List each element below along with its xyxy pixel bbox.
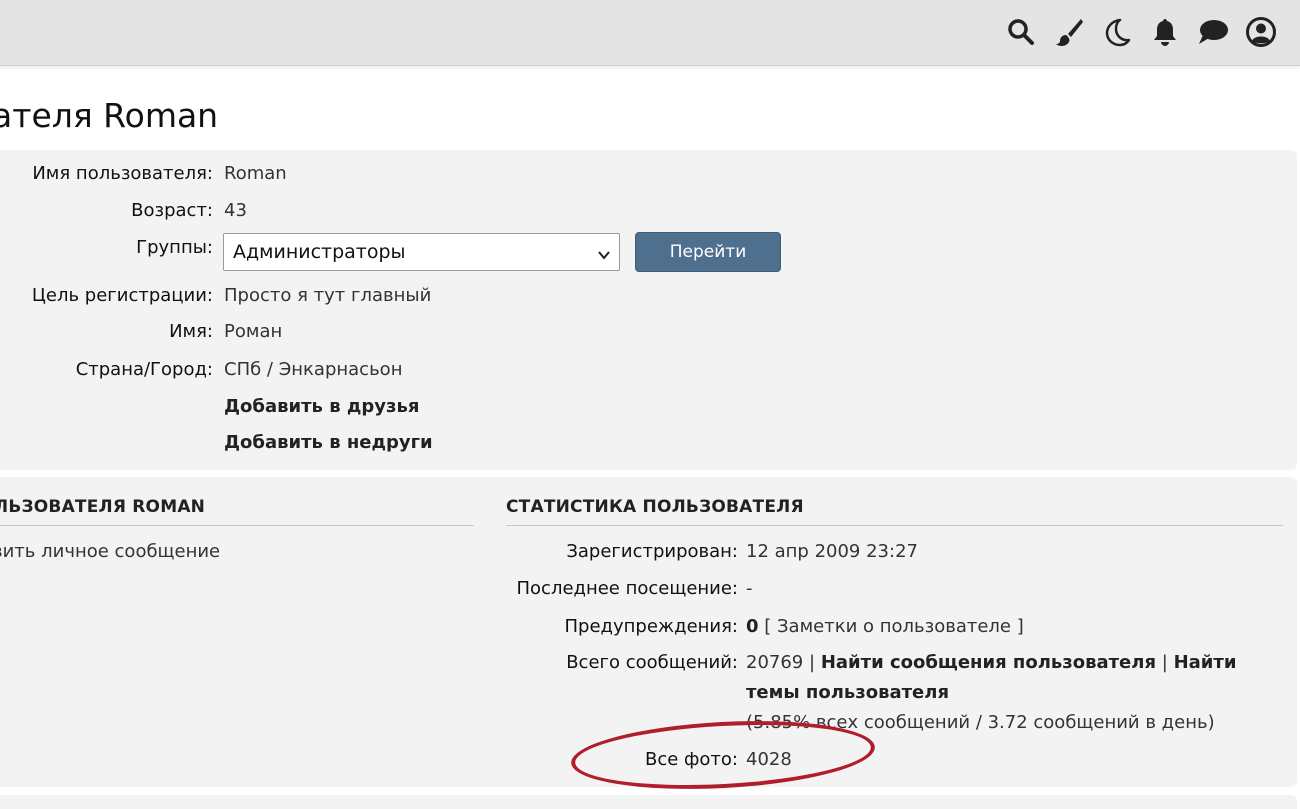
last-visit-value: - xyxy=(746,578,753,599)
country-label: Страна/Город: xyxy=(75,358,213,380)
stats-divider xyxy=(506,525,1283,526)
registered-label: Зарегистрирован: xyxy=(566,541,738,562)
reg-goal-row: Цель регистрации: Просто я тут главный xyxy=(0,282,1297,308)
name-value: Роман xyxy=(224,320,283,342)
last-visit-label: Последнее посещение: xyxy=(516,578,739,599)
find-topics-link-2[interactable]: темы пользователя xyxy=(746,682,949,703)
separator: | xyxy=(809,652,816,673)
go-button[interactable]: Перейти xyxy=(635,232,781,272)
age-label: Возраст: xyxy=(131,199,213,221)
age-value: 43 xyxy=(224,199,247,221)
warnings-label: Предупреждения: xyxy=(564,616,739,637)
registered-value: 12 апр 2009 23:27 xyxy=(746,541,918,562)
add-foe-row: Добавить в недруги xyxy=(0,429,1297,455)
stats-section-header: СТАТИСТИКА ПОЛЬЗОВАТЕЛЯ xyxy=(506,497,804,517)
add-friend-link[interactable]: Добавить в друзья xyxy=(224,396,419,417)
warnings-value: 0 xyxy=(746,616,759,637)
send-pm-link[interactable]: вить личное сообщение xyxy=(0,541,220,562)
groups-select-value: Администраторы xyxy=(233,241,406,263)
find-topics-line: темы пользователя xyxy=(746,682,949,703)
add-foe-link[interactable]: Добавить в недруги xyxy=(224,432,433,453)
separator: | xyxy=(1161,652,1168,673)
reg-goal-value: Просто я тут главный xyxy=(224,284,432,306)
bell-icon[interactable] xyxy=(1148,15,1182,49)
chat-icon[interactable] xyxy=(1196,15,1230,49)
age-row: Возраст: 43 xyxy=(0,197,1297,223)
groups-select[interactable]: Администраторы xyxy=(223,233,620,271)
moon-icon[interactable] xyxy=(1100,15,1134,49)
groups-label: Группы: xyxy=(136,236,213,258)
contact-divider xyxy=(0,525,474,526)
username-row: Имя пользователя: Roman xyxy=(0,160,1297,186)
profile-panel: Имя пользователя: Roman Возраст: 43 Груп… xyxy=(0,150,1297,470)
name-row: Имя: Роман xyxy=(0,318,1297,344)
chevron-down-icon xyxy=(597,245,611,267)
search-icon[interactable] xyxy=(1004,15,1038,49)
navbar-icons xyxy=(1004,12,1278,52)
posts-value-group: 20769 | Найти сообщения пользователя | Н… xyxy=(746,652,1236,673)
warnings-value-group: 0 [ Заметки о пользователе ] xyxy=(746,616,1024,637)
posts-label: Всего сообщений: xyxy=(566,652,738,673)
name-label: Имя: xyxy=(169,320,213,342)
find-posts-link[interactable]: Найти сообщения пользователя xyxy=(821,652,1156,673)
add-friend-row: Добавить в друзья xyxy=(0,393,1297,419)
username-label: Имя пользователя: xyxy=(32,162,213,184)
notes-link[interactable]: [ Заметки о пользователе ] xyxy=(764,616,1023,637)
bottom-panel-edge xyxy=(0,795,1297,809)
contact-section-header: ЛЬЗОВАТЕЛЯ ROMAN xyxy=(0,497,206,517)
user-circle-icon[interactable] xyxy=(1244,15,1278,49)
top-navbar xyxy=(0,0,1300,66)
reg-goal-label: Цель регистрации: xyxy=(31,284,213,306)
country-row: Страна/Город: СПб / Энкарнасьон xyxy=(0,356,1297,382)
username-value: Roman xyxy=(224,162,287,184)
posts-value: 20769 xyxy=(746,652,804,673)
find-topics-link-1[interactable]: Найти xyxy=(1174,652,1237,673)
page-title: ателя Roman xyxy=(0,96,219,135)
country-value: СПб / Энкарнасьон xyxy=(224,358,403,380)
brush-icon[interactable] xyxy=(1052,15,1086,49)
